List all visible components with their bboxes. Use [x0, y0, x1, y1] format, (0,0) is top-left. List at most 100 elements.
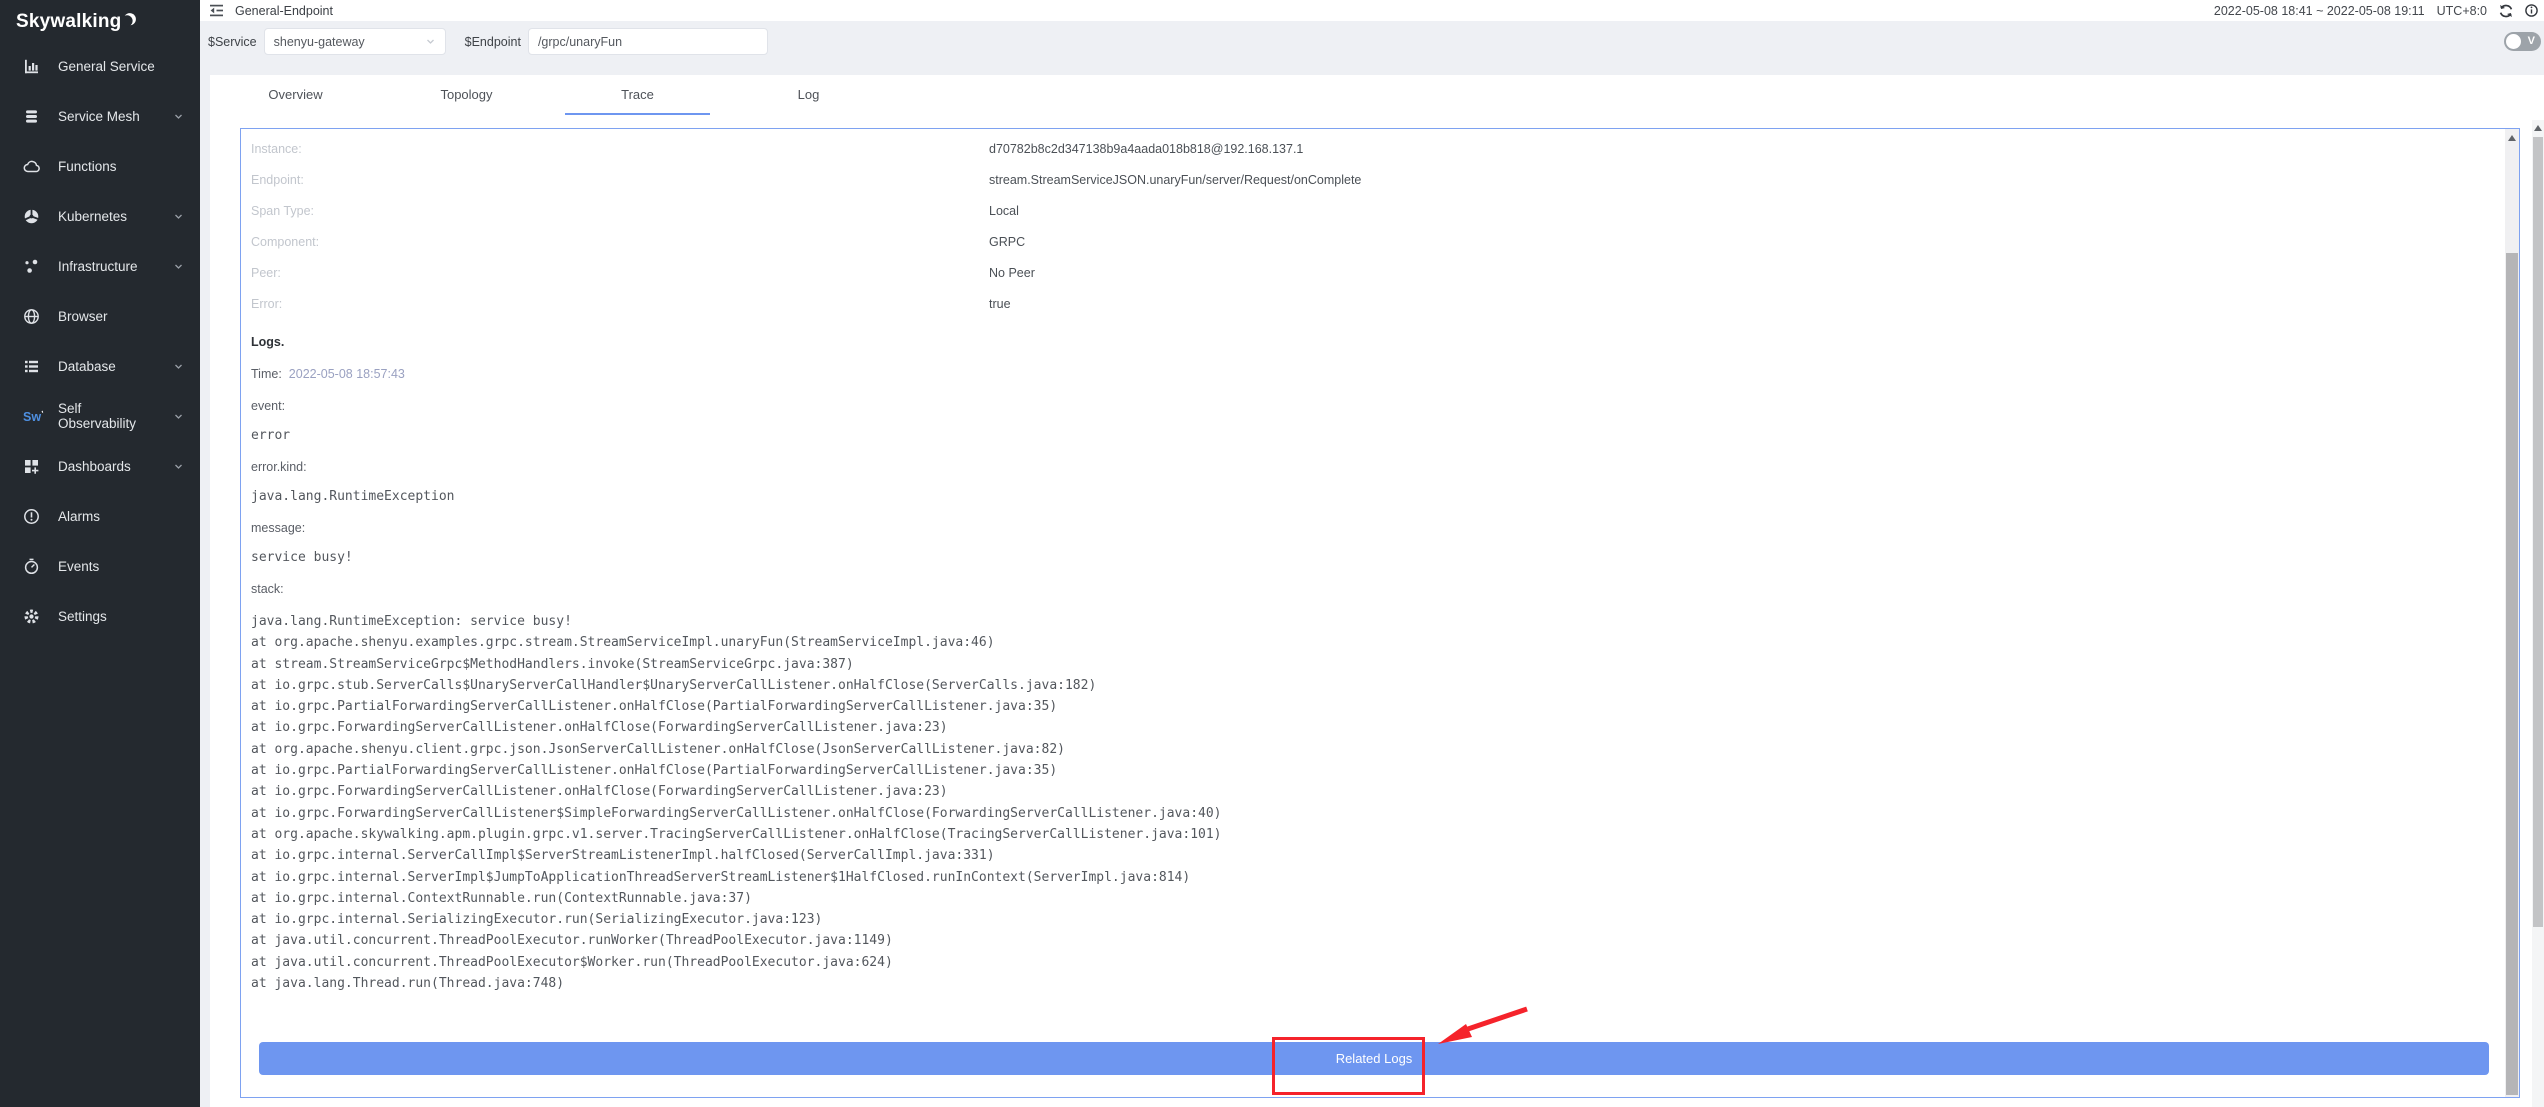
stack-line: at org.apache.shenyu.examples.grpc.strea… [251, 632, 2519, 653]
log-entry-value: service busy! [251, 550, 2519, 566]
page-scrollbar[interactable] [2532, 120, 2544, 1107]
annotation-highlight-box [1272, 1037, 1425, 1095]
field-value: d70782b8c2d347138b9a4aada018b818@192.168… [989, 142, 1303, 156]
logo-text: Skywalking [16, 11, 122, 33]
span-field-row: Span Type: Local [251, 195, 2519, 226]
tab-topology[interactable]: Topology [381, 75, 552, 115]
tab-trace[interactable]: Trace [552, 75, 723, 115]
stack-line: at io.grpc.internal.SerializingExecutor.… [251, 909, 2519, 930]
field-value: stream.StreamServiceJSON.unaryFun/server… [989, 173, 1361, 187]
timer-icon [23, 558, 45, 575]
stack-line: at io.grpc.ForwardingServerCallListener.… [251, 717, 2519, 738]
stack-line: at io.grpc.PartialForwardingServerCallLi… [251, 696, 2519, 717]
panel-scrollbar[interactable] [2505, 129, 2519, 1097]
stack-trace: java.lang.RuntimeException: service busy… [251, 611, 2519, 994]
stack-line: java.lang.RuntimeException: service busy… [251, 611, 2519, 632]
stack-line: at io.grpc.stub.ServerCalls$UnaryServerC… [251, 675, 2519, 696]
gear-icon [23, 608, 45, 625]
stack-line: at io.grpc.ForwardingServerCallListener$… [251, 803, 2519, 824]
stack-line: at org.apache.shenyu.client.grpc.json.Js… [251, 739, 2519, 760]
sidebar-item-self-observability[interactable]: Sw Self Observability [0, 391, 200, 441]
sidebar-item-dashboards[interactable]: Dashboards [0, 441, 200, 491]
alarm-icon [23, 508, 45, 525]
field-value: No Peer [989, 266, 1035, 280]
stack-line: at java.util.concurrent.ThreadPoolExecut… [251, 952, 2519, 973]
dashboard-content-card: Overview Topology Trace Log Instance: d7… [210, 75, 2544, 1107]
log-entry-label: message: [251, 519, 2519, 537]
log-time-label: Time: [251, 367, 282, 381]
sidebar-item-functions[interactable]: Functions [0, 141, 200, 191]
chevron-down-icon [173, 411, 184, 422]
tab-log[interactable]: Log [723, 75, 894, 115]
sidebar-item-label: Self Observability [58, 401, 160, 431]
sidebar-item-kubernetes[interactable]: Kubernetes [0, 191, 200, 241]
log-entry-value: java.lang.RuntimeException [251, 489, 2519, 505]
stack-line: at io.grpc.internal.ContextRunnable.run(… [251, 888, 2519, 909]
sidebar-item-label: Kubernetes [58, 209, 127, 224]
scrollbar-up-arrow-icon[interactable] [2534, 125, 2542, 131]
chevron-down-icon [425, 36, 436, 47]
sidebar-item-service-mesh[interactable]: Service Mesh [0, 91, 200, 141]
span-detail-content: Instance: d70782b8c2d347138b9a4aada018b8… [241, 129, 2519, 1075]
refresh-icon[interactable] [2499, 4, 2513, 18]
skywalking-logo: Skywalking [0, 0, 200, 41]
tab-bar: Overview Topology Trace Log [210, 75, 2544, 115]
chevron-down-icon [173, 261, 184, 272]
page-scrollbar-thumb[interactable] [2533, 137, 2543, 927]
stack-line: at io.grpc.internal.ServerCallImpl$Serve… [251, 845, 2519, 866]
sidebar-item-general-service[interactable]: General Service [0, 41, 200, 91]
stack-line: at io.grpc.ForwardingServerCallListener.… [251, 781, 2519, 802]
sidebar-item-browser[interactable]: Browser [0, 291, 200, 341]
field-label: Component: [251, 235, 989, 249]
toggle-knob [2506, 34, 2521, 49]
timezone-label[interactable]: UTC+8:0 [2437, 4, 2487, 18]
panel-scrollbar-thumb[interactable] [2506, 253, 2518, 1095]
stack-line: at stream.StreamServiceGrpc$MethodHandle… [251, 654, 2519, 675]
main-area: General-Endpoint 2022-05-08 18:41 ~ 2022… [200, 0, 2544, 1107]
sidebar-item-label: Infrastructure [58, 259, 138, 274]
logs-heading: Logs. [251, 333, 2519, 351]
stack-line: at java.util.concurrent.ThreadPoolExecut… [251, 930, 2519, 951]
sidebar-item-database[interactable]: Database [0, 341, 200, 391]
field-label: Instance: [251, 142, 989, 156]
log-time-row: Time:2022-05-08 18:57:43 [251, 365, 2519, 383]
stack-line: at java.lang.Thread.run(Thread.java:748) [251, 973, 2519, 994]
field-label: Peer: [251, 266, 989, 280]
toggle-label: V [2528, 35, 2535, 47]
sidebar-item-label: Service Mesh [58, 109, 140, 124]
log-entry-label: event: [251, 397, 2519, 415]
span-field-row: Component: GRPC [251, 226, 2519, 257]
sidebar-item-events[interactable]: Events [0, 541, 200, 591]
sidebar-item-settings[interactable]: Settings [0, 591, 200, 641]
chevron-down-icon [173, 461, 184, 472]
span-field-row: Peer: No Peer [251, 257, 2519, 288]
layers-icon [23, 108, 45, 125]
scrollbar-up-arrow-icon[interactable] [2508, 135, 2516, 141]
log-entry-value: error [251, 428, 2519, 444]
sidebar-item-label: Dashboards [58, 459, 131, 474]
menu-fold-icon[interactable] [209, 3, 224, 18]
sidebar-item-alarms[interactable]: Alarms [0, 491, 200, 541]
field-value: Local [989, 204, 1019, 218]
span-field-row: Error: true [251, 288, 2519, 319]
dots-icon [23, 258, 45, 275]
time-range-picker[interactable]: 2022-05-08 18:41 ~ 2022-05-08 19:11 [2214, 4, 2425, 18]
chart-icon [23, 58, 45, 75]
stack-label: stack: [251, 580, 2519, 598]
stack-line: at io.grpc.PartialForwardingServerCallLi… [251, 760, 2519, 781]
chevron-down-icon [173, 361, 184, 372]
sidebar-item-infrastructure[interactable]: Infrastructure [0, 241, 200, 291]
tab-overview[interactable]: Overview [210, 75, 381, 115]
field-label: Span Type: [251, 204, 989, 218]
cloud-icon [23, 158, 45, 175]
service-label: $Service [208, 35, 257, 49]
globe-icon [23, 308, 45, 325]
view-toggle-switch[interactable]: V [2504, 32, 2541, 51]
info-icon[interactable] [2525, 4, 2538, 17]
endpoint-input[interactable]: /grpc/unaryFun [528, 28, 768, 55]
service-select[interactable]: shenyu-gateway [264, 28, 446, 55]
span-field-row: Instance: d70782b8c2d347138b9a4aada018b8… [251, 133, 2519, 164]
rows-icon [23, 358, 45, 375]
field-value: true [989, 297, 1011, 311]
field-value: GRPC [989, 235, 1025, 249]
